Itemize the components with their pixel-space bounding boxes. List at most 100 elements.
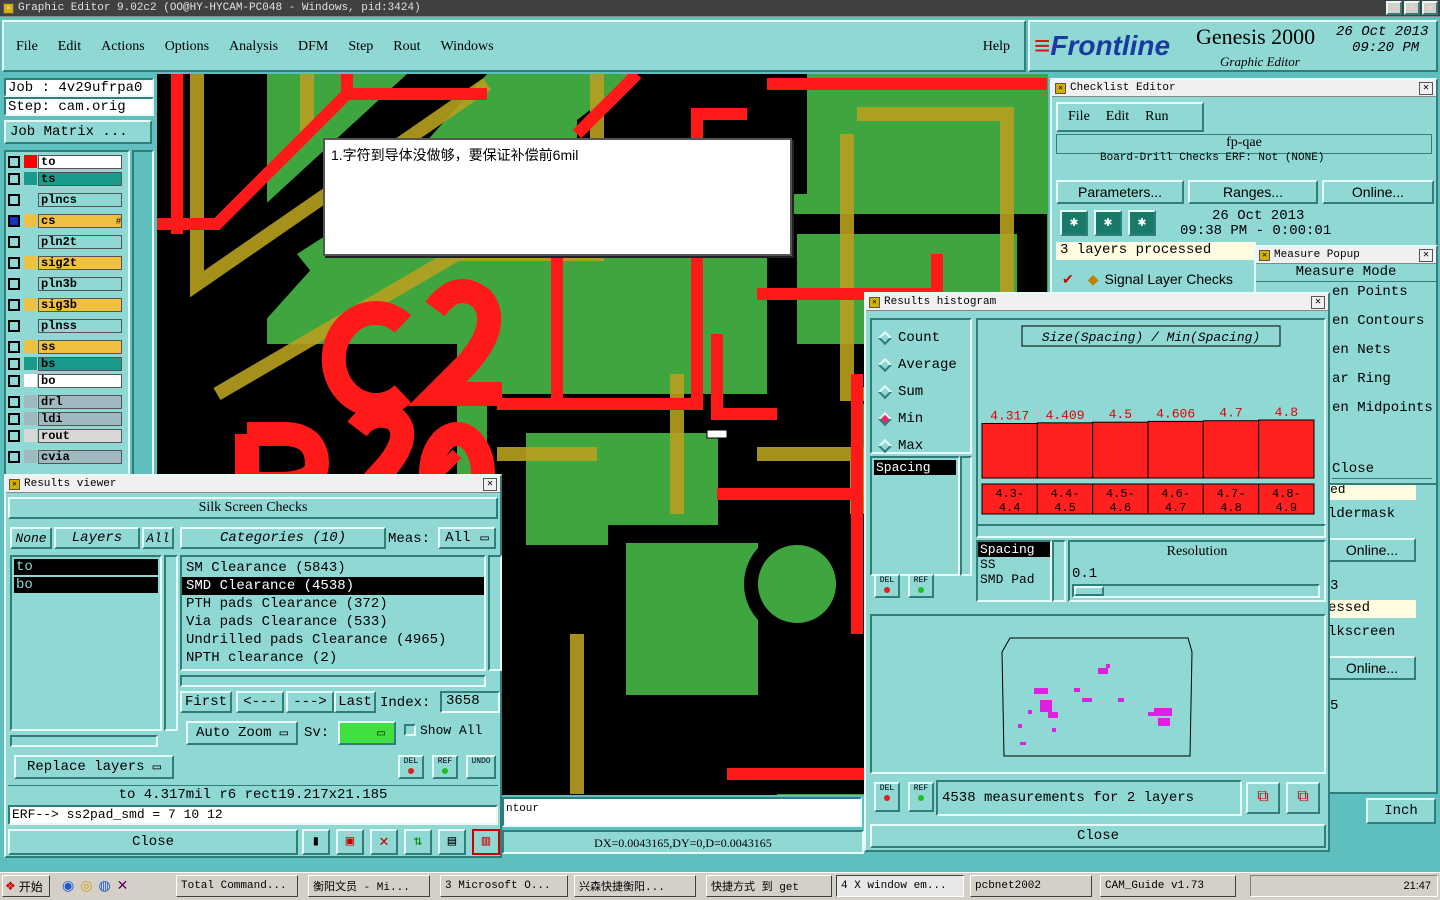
categories-hscrollbar[interactable] xyxy=(180,675,486,687)
taskbar-item[interactable]: pcbnet2002 xyxy=(970,875,1092,897)
next-button[interactable]: ---> xyxy=(286,691,334,713)
taskbar-item[interactable]: 兴森快捷衡阳... xyxy=(574,875,696,897)
layer-color-swatch[interactable] xyxy=(24,155,37,168)
meas-select[interactable]: All ▭ xyxy=(438,527,496,549)
hist-del-button[interactable]: DEL xyxy=(874,574,900,598)
layer-name[interactable]: cvia xyxy=(38,449,122,464)
replace-layers-select[interactable]: Replace layers ▭ xyxy=(14,755,174,779)
measure-close-icon[interactable]: ✕ xyxy=(1419,249,1433,262)
maximize-button[interactable]: ▫ xyxy=(1404,1,1420,15)
parameters-button[interactable]: Parameters... xyxy=(1056,180,1184,204)
menu-dfm[interactable]: DFM xyxy=(298,39,328,55)
ref-button[interactable]: REF xyxy=(432,755,458,779)
taskbar-item[interactable]: 衡阳文员 - Mi... xyxy=(308,875,430,897)
layer-checkbox[interactable] xyxy=(8,193,20,206)
sv-color-select[interactable]: ▭ xyxy=(338,721,396,745)
layer-checkbox[interactable] xyxy=(8,298,20,311)
checklist-menu-run[interactable]: Run xyxy=(1145,109,1168,125)
measure-mode-item[interactable]: en Contours xyxy=(1332,311,1436,340)
close-icon[interactable]: ✕ xyxy=(1422,1,1438,15)
layer-name[interactable]: ts xyxy=(38,171,122,186)
layer-name[interactable]: rout xyxy=(38,428,122,443)
prev-button[interactable]: <--- xyxy=(236,691,284,713)
signal-checks-row[interactable]: ✔ ◆ Signal Layer Checks xyxy=(1056,268,1256,290)
sort-icon[interactable]: ⇅ xyxy=(404,829,432,855)
layer-row-sig3b[interactable]: sig3b xyxy=(8,297,122,312)
layer-row-cs[interactable]: cs # xyxy=(8,213,122,228)
all-button[interactable]: All xyxy=(142,527,174,549)
aggregate-option-count[interactable]: Count xyxy=(877,324,970,351)
delete-icon[interactable]: ✕ xyxy=(370,829,398,855)
checklist-menu-file[interactable]: File xyxy=(1068,109,1090,125)
measure-mode-item[interactable]: en Points xyxy=(1332,282,1436,311)
first-button[interactable]: First xyxy=(180,691,232,713)
layer-list-scrollbar[interactable] xyxy=(164,555,178,731)
layer-color-swatch[interactable] xyxy=(24,235,37,248)
minimize-button[interactable]: _ xyxy=(1386,1,1402,15)
taskbar-item[interactable]: CAM_Guide v1.73 xyxy=(1100,875,1236,897)
layer-row-ts[interactable]: ts xyxy=(8,171,122,186)
auto-zoom-select[interactable]: Auto Zoom ▭ xyxy=(186,721,298,745)
attribute-values-scrollbar[interactable] xyxy=(1052,540,1066,602)
layer-checkbox[interactable] xyxy=(8,235,20,248)
layer-row-pln2t[interactable]: pln2t xyxy=(8,234,122,249)
last-button[interactable]: Last xyxy=(334,691,376,713)
attribute-values-list[interactable]: Spacing SS SMD Pad xyxy=(976,540,1052,602)
aggregate-option-max[interactable]: Max xyxy=(877,432,970,459)
layer-name[interactable]: sig3b xyxy=(38,297,122,312)
stop-icon[interactable]: ✱ xyxy=(1128,210,1156,236)
board-ref-button[interactable]: REF xyxy=(908,782,934,812)
hist-ref-button[interactable]: REF xyxy=(908,574,934,598)
layer-checkbox[interactable] xyxy=(8,319,20,332)
report-icon[interactable]: ▤ xyxy=(438,829,466,855)
menu-actions[interactable]: Actions xyxy=(101,39,145,55)
x-icon[interactable]: ✕ xyxy=(117,877,129,894)
unit-select[interactable]: Inch xyxy=(1366,798,1436,824)
layer-results-list[interactable]: to bo xyxy=(10,555,162,731)
layer-checkbox[interactable] xyxy=(8,340,20,353)
show-all-checkbox[interactable] xyxy=(404,724,416,736)
layer-color-swatch[interactable] xyxy=(24,277,37,290)
layer-name[interactable]: to xyxy=(38,154,122,169)
menu-step[interactable]: Step xyxy=(348,39,373,55)
layer-color-swatch[interactable] xyxy=(24,214,37,227)
layer-checkbox[interactable] xyxy=(8,357,20,370)
taskbar-item[interactable]: 3 Microsoft O... xyxy=(440,875,568,897)
attribute-scrollbar[interactable] xyxy=(960,456,972,576)
ranges-button[interactable]: Ranges... xyxy=(1188,180,1318,204)
layer-color-swatch[interactable] xyxy=(24,172,37,185)
online-button-2[interactable]: Online... xyxy=(1328,538,1416,562)
histogram-icon[interactable]: ▥ xyxy=(472,829,500,855)
layer-row-cvia[interactable]: cvia xyxy=(8,449,122,464)
layer-row-ss[interactable]: ss xyxy=(8,339,122,354)
undo-button[interactable]: UNDO xyxy=(466,755,496,779)
histogram-bar[interactable] xyxy=(1258,419,1315,479)
index-input[interactable]: 3658 xyxy=(440,691,500,713)
layer-color-swatch[interactable] xyxy=(24,319,37,332)
menu-help[interactable]: Help xyxy=(983,39,1010,55)
layer-name[interactable]: bo xyxy=(38,373,122,388)
results-viewer-close-button[interactable]: Close xyxy=(8,829,298,855)
online-button-3[interactable]: Online... xyxy=(1328,656,1416,680)
layer-checkbox[interactable] xyxy=(8,374,20,387)
list-item[interactable]: Spacing xyxy=(874,460,956,475)
taskbar-item[interactable]: 快捷方式 到 get xyxy=(706,875,832,897)
category-item[interactable]: SMD Clearance (4538) xyxy=(182,577,484,595)
online-button[interactable]: Online... xyxy=(1322,180,1434,204)
layer-row-bo[interactable]: bo xyxy=(8,373,122,388)
layer-color-swatch[interactable] xyxy=(24,450,37,463)
category-item[interactable]: PTH pads Clearance (372) xyxy=(182,595,484,613)
layer-checkbox[interactable] xyxy=(8,429,20,442)
menu-windows[interactable]: Windows xyxy=(441,39,494,55)
layer-color-swatch[interactable] xyxy=(24,298,37,311)
categories-scrollbar[interactable] xyxy=(488,555,502,671)
media-icon[interactable]: ◍ xyxy=(98,877,110,894)
run-icon[interactable]: ✱ xyxy=(1060,210,1088,236)
zoom-selected-icon[interactable]: ⧉ xyxy=(1286,782,1320,814)
layer-list-hscrollbar[interactable] xyxy=(10,735,158,747)
menu-rout[interactable]: Rout xyxy=(393,39,420,55)
layer-color-swatch[interactable] xyxy=(24,193,37,206)
attribute-list[interactable]: Spacing xyxy=(870,456,960,576)
list-item[interactable]: to xyxy=(14,559,158,575)
layers-button[interactable]: Layers xyxy=(54,527,140,549)
